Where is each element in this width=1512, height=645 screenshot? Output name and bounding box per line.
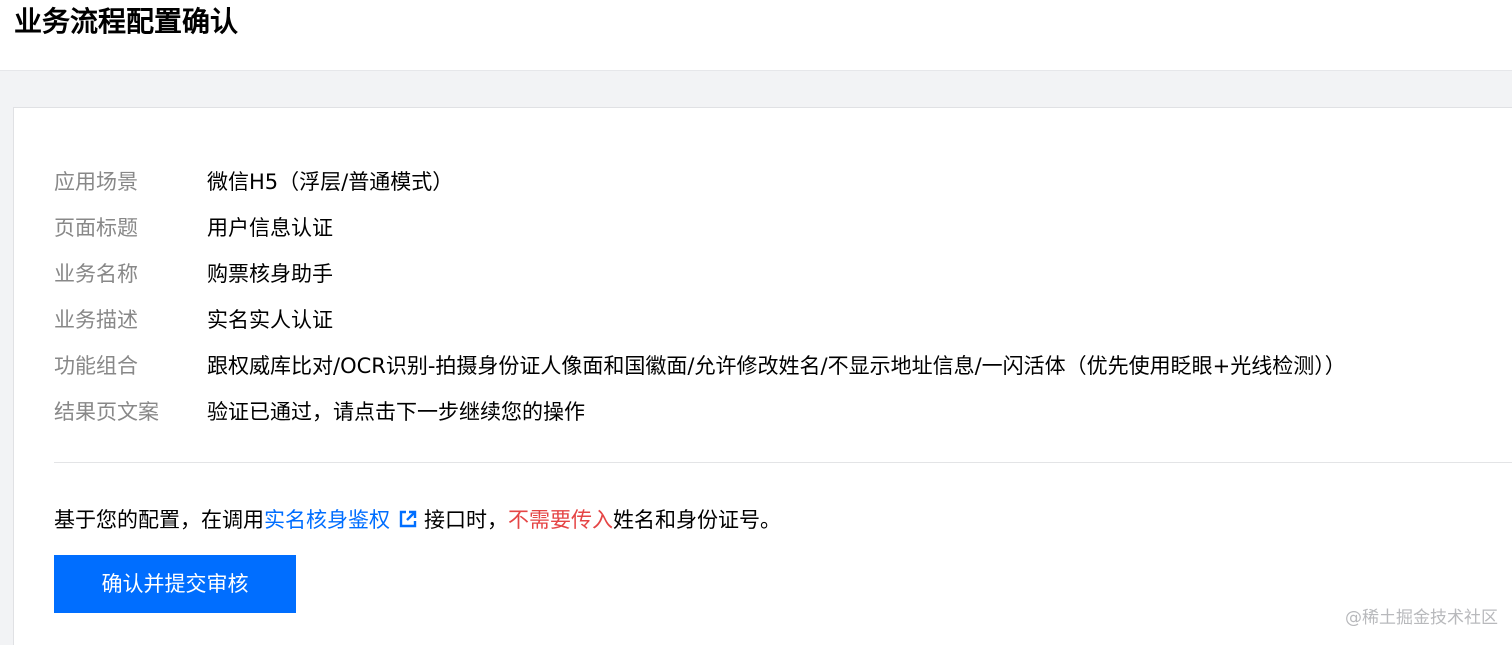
- api-notice: 基于您的配置，在调用 实名核身鉴权 接口时， 不需要传入 姓名和身份证号。: [54, 501, 781, 537]
- notice-middle: 接口时，: [424, 508, 508, 532]
- config-value: 微信H5（浮层/普通模式）: [207, 170, 454, 194]
- config-confirmation-card: 应用场景 微信H5（浮层/普通模式） 页面标题 用户信息认证 业务名称 购票核身…: [13, 107, 1512, 645]
- config-label: 功能组合: [54, 354, 138, 378]
- config-label: 业务描述: [54, 308, 138, 332]
- config-row-business-name: 业务名称 购票核身助手: [54, 250, 1494, 296]
- config-value: 购票核身助手: [207, 262, 333, 286]
- config-row-page-title: 页面标题 用户信息认证: [54, 204, 1494, 250]
- page-title: 业务流程配置确认: [14, 5, 239, 38]
- config-row-result-page-copy: 结果页文案 验证已通过，请点击下一步继续您的操作: [54, 388, 1494, 434]
- notice-prefix: 基于您的配置，在调用: [54, 508, 264, 532]
- config-label: 业务名称: [54, 262, 138, 286]
- page-header: 业务流程配置确认: [0, 0, 1512, 71]
- config-row-scene: 应用场景 微信H5（浮层/普通模式）: [54, 158, 1494, 204]
- config-row-feature-combination: 功能组合 跟权威库比对/OCR识别-拍摄身份证人像面和国徽面/允许修改姓名/不显…: [54, 342, 1494, 388]
- confirm-submit-button[interactable]: 确认并提交审核: [54, 555, 296, 613]
- config-value: 验证已通过，请点击下一步继续您的操作: [207, 400, 585, 424]
- config-label: 结果页文案: [54, 400, 159, 424]
- external-link-icon[interactable]: [398, 509, 418, 529]
- config-value: 实名实人认证: [207, 308, 333, 332]
- api-doc-link[interactable]: 实名核身鉴权: [264, 504, 390, 534]
- config-value: 跟权威库比对/OCR识别-拍摄身份证人像面和国徽面/允许修改姓名/不显示地址信息…: [207, 354, 1346, 378]
- config-detail-list: 应用场景 微信H5（浮层/普通模式） 页面标题 用户信息认证 业务名称 购票核身…: [54, 158, 1494, 434]
- section-divider: [54, 462, 1512, 463]
- config-row-business-description: 业务描述 实名实人认证: [54, 296, 1494, 342]
- notice-warning: 不需要传入: [508, 508, 613, 532]
- config-label: 页面标题: [54, 216, 138, 240]
- config-label: 应用场景: [54, 170, 138, 194]
- watermark: @稀土掘金技术社区: [1345, 608, 1498, 628]
- config-value: 用户信息认证: [207, 216, 333, 240]
- notice-suffix: 姓名和身份证号。: [613, 508, 781, 532]
